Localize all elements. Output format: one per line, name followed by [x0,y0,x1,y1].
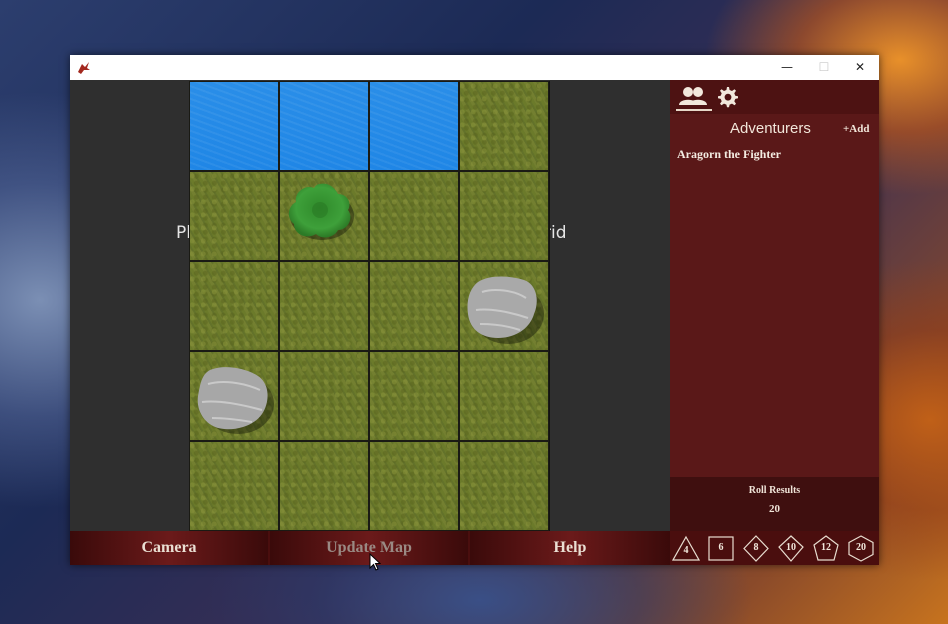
map-tile-rock[interactable] [189,351,279,441]
map-tile-grass[interactable] [369,171,459,261]
party-icon[interactable] [678,85,708,109]
help-button[interactable]: Help [470,531,670,565]
app-window: — ☐ ✕ Pl rid Adventurers +Add Aragorn th… [70,55,879,565]
map-view[interactable]: Pl rid [70,80,670,531]
adventurer-list: Aragorn the Fighter [677,147,872,162]
map-tile-water[interactable] [369,81,459,171]
sidebar: Adventurers +Add Aragorn the Fighter Rol… [670,80,879,531]
roll-results-label: Roll Results [748,485,801,496]
rock-icon [197,367,274,434]
gear-icon[interactable] [714,85,740,109]
rock-icon [467,276,544,344]
map-tile-grass[interactable] [279,351,369,441]
roll-results-panel: Roll Results 20 [670,477,879,531]
map-tile-grass[interactable] [459,351,549,441]
map-tile-grass[interactable] [459,171,549,261]
maximize-button[interactable]: ☐ [806,55,842,80]
map-tile-grass[interactable] [459,81,549,171]
camera-button[interactable]: Camera [70,531,268,565]
map-tile-rock[interactable] [459,261,549,351]
map-tile-grass[interactable] [369,441,459,531]
d4-button[interactable]: 4 [671,535,701,562]
minimize-button[interactable]: — [769,55,805,80]
map-grid[interactable] [189,81,550,531]
adventurer-item[interactable]: Aragorn the Fighter [677,147,872,162]
close-button[interactable]: ✕ [842,55,878,80]
d20-button[interactable]: 20 [847,535,875,562]
map-tile-grass[interactable] [459,441,549,531]
map-tile-grass[interactable] [189,441,279,531]
d6-button[interactable]: 6 [707,535,735,562]
map-tile-grass[interactable] [369,261,459,351]
map-tile-bush[interactable] [279,171,369,261]
title-bar: — ☐ ✕ [70,55,879,80]
map-tile-grass[interactable] [189,261,279,351]
map-tile-grass[interactable] [189,171,279,261]
map-tile-grass[interactable] [279,261,369,351]
add-adventurer-button[interactable]: +Add [843,123,869,135]
mouse-cursor-icon [369,553,381,571]
map-tile-grass[interactable] [279,441,369,531]
adventurers-heading: Adventurers [730,120,811,137]
d12-button[interactable]: 12 [812,535,840,562]
active-tab-indicator [676,109,712,111]
d10-button[interactable]: 10 [777,535,805,562]
bottom-toolbar: Camera Update Map Help 4 6 8 10 12 20 [70,531,879,565]
map-tile-grass[interactable] [369,351,459,441]
map-tile-water[interactable] [189,81,279,171]
d8-button[interactable]: 8 [742,535,770,562]
map-tile-water[interactable] [279,81,369,171]
sidebar-tabs [670,80,879,114]
dragon-logo-icon [78,62,90,74]
roll-result-value: 20 [769,503,780,515]
bush-icon [288,183,354,240]
